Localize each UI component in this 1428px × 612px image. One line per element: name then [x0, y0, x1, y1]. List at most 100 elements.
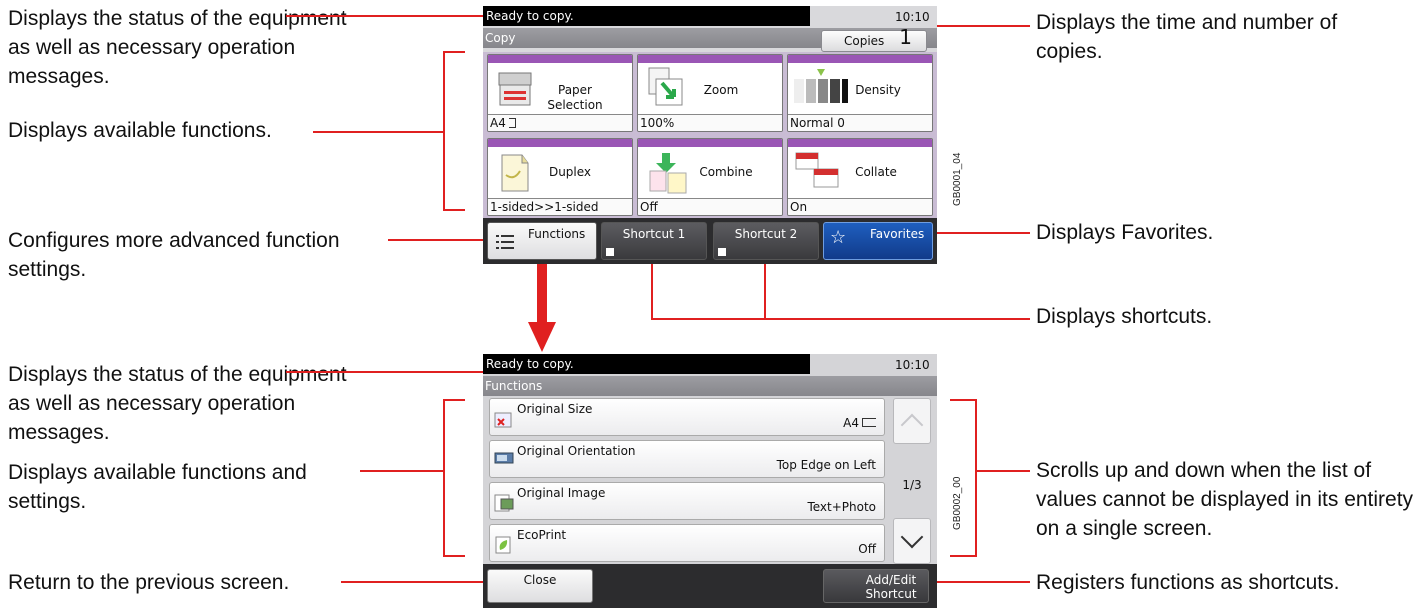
tab-functions-label: Functions — [528, 227, 586, 241]
add-edit-shortcut-button[interactable]: Add/Edit Shortcut — [823, 569, 929, 603]
leader-status-bottom — [286, 371, 484, 373]
tile-value: 1-sided>>1-sided — [488, 198, 632, 215]
tile-cap — [488, 55, 632, 63]
star-icon: ☆ — [830, 227, 847, 248]
leader-shortcut2-vertical — [764, 258, 766, 320]
bracket-functions-available — [443, 51, 445, 211]
status-bar: Ready to copy. — [483, 6, 810, 26]
tile-duplex[interactable]: Duplex 1-sided>>1-sided — [487, 138, 633, 216]
tile-label: Combine — [699, 165, 753, 179]
leader-advanced-functions — [388, 239, 492, 241]
bracket-top-tick — [443, 51, 465, 53]
tile-value: 100% — [638, 114, 782, 131]
callout-status-bottom: Displays the status of the equipment as … — [8, 363, 347, 444]
arrow-shaft — [537, 258, 547, 324]
copies-button[interactable]: Copies 1 — [821, 25, 927, 52]
tile-density[interactable]: Density Normal 0 — [787, 54, 933, 132]
tile-value: A4 — [488, 114, 632, 131]
leader-shortcut1-vertical — [651, 258, 653, 320]
figure-id-top: GB0001_04 — [952, 152, 963, 206]
item-label: Original Orientation — [517, 444, 636, 458]
tile-cap — [488, 139, 632, 147]
bracket-fs-top-tick — [443, 399, 465, 401]
item-value: A4 — [843, 416, 876, 430]
tile-cap — [788, 139, 932, 147]
tile-zoom[interactable]: Zoom 100% — [637, 54, 783, 132]
list-item-original-orientation[interactable]: Original Orientation Top Edge on Left — [489, 440, 885, 478]
leader-time-copies — [932, 25, 1030, 27]
tile-label: Collate — [855, 165, 897, 179]
leader-scroll — [975, 470, 1030, 472]
close-button[interactable]: Close — [487, 569, 593, 603]
bracket-bottom-tick — [443, 209, 465, 211]
figure-id-bottom: GB0002_00 — [952, 476, 963, 530]
callout-status-top: Displays the status of the equipment as … — [8, 7, 347, 88]
tab-shortcut-1[interactable]: Shortcut 1 — [601, 222, 707, 260]
list-item-original-size[interactable]: Original Size A4 — [489, 398, 885, 436]
item-label: Original Image — [517, 486, 606, 500]
tile-value: On — [788, 198, 932, 215]
chevron-up-icon — [900, 413, 924, 437]
bracket-fs-bottom-tick — [443, 555, 465, 557]
callout-shortcuts: Displays shortcuts. — [1036, 305, 1213, 328]
arrow-down-icon — [528, 322, 556, 352]
tab-favorites[interactable]: ☆ Favorites — [823, 222, 933, 260]
list-item-ecoprint[interactable]: EcoPrint Off — [489, 524, 885, 562]
tile-label: Duplex — [548, 165, 592, 179]
shortcut-icon — [718, 248, 726, 256]
leader-functions-settings — [360, 470, 445, 472]
tile-label: Paper Selection — [547, 83, 603, 112]
tab-shortcut-2-label: Shortcut 2 — [734, 227, 798, 241]
item-label: Original Size — [517, 402, 593, 416]
printer-icon — [498, 69, 532, 107]
callout-functions-settings: Displays available functions and setting… — [8, 461, 307, 513]
callout-functions-available: Displays available functions. — [8, 119, 272, 142]
combine-icon — [648, 151, 688, 195]
leader-return — [341, 581, 493, 583]
bottom-action-bar: Close Add/Edit Shortcut — [483, 564, 937, 608]
tile-cap — [638, 55, 782, 63]
duplex-icon — [498, 151, 532, 193]
callout-scroll: Scrolls up and down when the list of val… — [1036, 459, 1414, 540]
copies-count: 1 — [899, 25, 912, 49]
item-value: Top Edge on Left — [776, 458, 876, 472]
chevron-down-icon — [900, 525, 924, 549]
list-icon — [496, 233, 514, 251]
tile-cap — [788, 55, 932, 63]
leader-status-top — [286, 15, 484, 17]
tile-combine[interactable]: Combine Off — [637, 138, 783, 216]
density-icon — [792, 67, 848, 107]
bracket-scroll-bottom-tick — [950, 555, 977, 557]
callout-time-copies: Displays the time and number of copies. — [1036, 11, 1338, 63]
bracket-scroll-top-tick — [950, 399, 977, 401]
bracket-functions-settings — [443, 399, 445, 557]
bracket-scroll — [975, 399, 977, 557]
orientation-icon — [494, 451, 514, 471]
tab-functions[interactable]: Functions — [487, 222, 597, 260]
portrait-paper-icon — [508, 118, 516, 128]
clock: 10:10 — [895, 358, 930, 372]
tile-collate[interactable]: Collate On — [787, 138, 933, 216]
copy-screen: Ready to copy. 10:10 Copy Copies 1 Paper… — [483, 6, 937, 264]
shortcut-icon — [606, 248, 614, 256]
tile-value: Normal 0 — [788, 114, 932, 131]
leader-functions-available — [313, 131, 445, 133]
status-bar: Ready to copy. — [483, 354, 810, 374]
item-label: EcoPrint — [517, 528, 567, 542]
tile-paper-selection[interactable]: Paper Selection A4 — [487, 54, 633, 132]
list-item-original-image[interactable]: Original Image Text+Photo — [489, 482, 885, 520]
tile-label: Zoom — [703, 83, 739, 97]
tile-label: Density — [855, 83, 901, 97]
scroll-down-button[interactable] — [893, 518, 931, 564]
item-value: Text+Photo — [807, 500, 876, 514]
callout-favorites: Displays Favorites. — [1036, 221, 1214, 244]
functions-screen: Ready to copy. 10:10 Functions Original … — [483, 354, 937, 608]
item-value-text: A4 — [843, 416, 859, 430]
function-grid: Paper Selection A4 Zoom 100% Density Nor… — [483, 52, 937, 222]
item-value: Off — [858, 542, 876, 556]
callout-register: Registers functions as shortcuts. — [1036, 571, 1340, 594]
tab-shortcut-2[interactable]: Shortcut 2 — [713, 222, 819, 260]
scroll-up-button[interactable] — [893, 398, 931, 444]
collate-icon — [794, 151, 840, 193]
tile-value-text: A4 — [490, 116, 506, 130]
